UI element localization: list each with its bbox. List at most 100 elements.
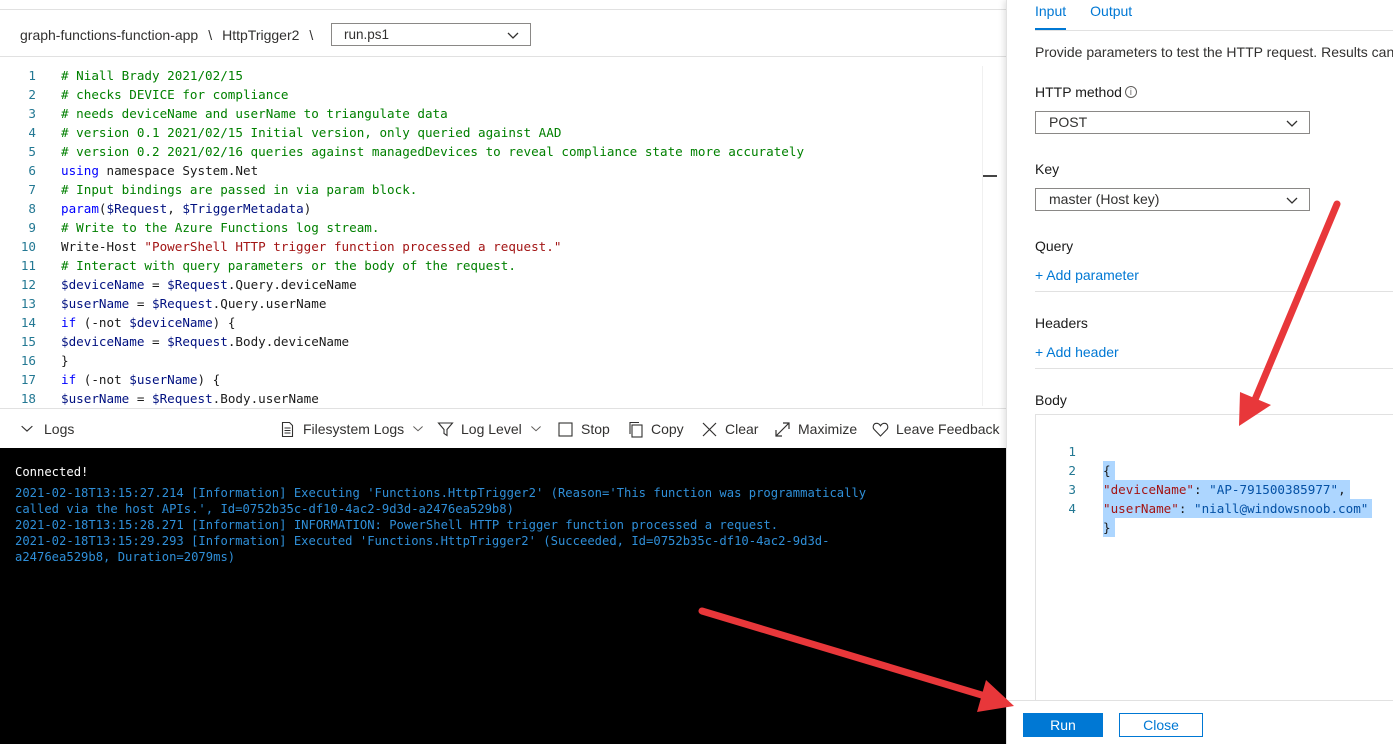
code-text: } (61, 351, 69, 370)
leave-feedback-label: Leave Feedback (896, 421, 1000, 437)
line-number: 4 (1068, 501, 1076, 516)
json-value: "niall@windowsnoob.com" (1194, 501, 1369, 516)
line-number: 4 (28, 125, 36, 140)
code-token: $Request (152, 391, 213, 406)
code-line: 15 $deviceName = $Request.Body.deviceName (0, 332, 980, 351)
code-token: Write-Host (61, 239, 145, 254)
chevron-down-icon (21, 425, 33, 432)
log-level-dropdown[interactable]: Log Level (437, 409, 549, 449)
chevron-down-icon (507, 32, 519, 39)
run-button[interactable]: Run (1023, 713, 1103, 737)
code-token: ) (303, 201, 312, 216)
info-icon[interactable]: i (1124, 86, 1137, 98)
code-token: "PowerShell HTTP trigger function proces… (144, 239, 562, 254)
breadcrumb-function[interactable]: HttpTrigger2 (222, 27, 299, 43)
code-token: .Body.deviceName (227, 334, 350, 349)
line-number: 9 (28, 220, 36, 235)
line-number: 8 (28, 201, 36, 216)
line-number: 17 (20, 372, 36, 387)
code-text: # version 0.1 2021/02/15 Initial version… (61, 123, 561, 142)
breadcrumb-app[interactable]: graph-functions-function-app (20, 27, 198, 43)
line-number: 3 (28, 106, 36, 121)
line-number: 2 (28, 87, 36, 102)
close-button[interactable]: Close (1119, 713, 1203, 737)
tab-output[interactable]: Output (1090, 0, 1132, 30)
key-dropdown[interactable]: master (Host key) (1035, 188, 1310, 211)
tab-input[interactable]: Input (1035, 0, 1067, 30)
code-token: using (61, 163, 99, 178)
code-token: ( (98, 201, 107, 216)
code-line: 10 Write-Host "PowerShell HTTP trigger fu… (0, 237, 980, 256)
maximize-button[interactable]: Maximize (774, 409, 857, 449)
code-token: } (61, 353, 69, 368)
close-icon (702, 422, 717, 436)
filesystem-logs-dropdown[interactable]: Filesystem Logs (279, 409, 431, 449)
logs-toggle[interactable]: Logs (20, 409, 74, 449)
code-token: $userName (61, 296, 130, 311)
body-editor[interactable]: 1 { 2 "deviceName": "AP-791500385977", 3… (1035, 414, 1393, 700)
code-text: # Interact with query parameters or the … (61, 256, 516, 275)
code-token: , (167, 201, 183, 216)
http-method-dropdown[interactable]: POST (1035, 111, 1310, 134)
code-token: # version 0.1 2021/02/15 Initial version… (61, 125, 562, 140)
breadcrumb-separator: \ (309, 27, 314, 43)
add-parameter-link[interactable]: + Add parameter (1035, 267, 1139, 283)
code-editor[interactable]: 1 # Niall Brady 2021/02/15 2 # checks DEVIC… (0, 64, 1006, 408)
code-text: # Write to the Azure Functions log strea… (61, 218, 379, 237)
code-line: 12 $deviceName = $Request.Query.deviceNam… (0, 275, 980, 294)
code-token: # Input bindings are passed in via param… (61, 182, 418, 197)
code-text: Write-Host "PowerShell HTTP trigger func… (61, 237, 561, 256)
line-number: 7 (28, 182, 36, 197)
line-number: 12 (20, 277, 36, 292)
body-code: "deviceName": "AP-791500385977", (1103, 480, 1350, 499)
body-code: { (1103, 461, 1115, 480)
code-token: = (144, 277, 168, 292)
scrollbar-marker (983, 175, 997, 177)
code-token: # checks DEVICE for compliance (61, 87, 289, 102)
line-number: 5 (28, 144, 36, 159)
code-token: $userName (129, 372, 198, 387)
code-token: = (144, 334, 168, 349)
code-token: # Write to the Azure Functions log strea… (61, 220, 380, 235)
code-token: # Niall Brady 2021/02/15 (61, 68, 243, 83)
log-console[interactable]: Connected! 2021-02-18T13:15:27.214 [Info… (0, 448, 1006, 744)
code-line: 11 # Interact with query parameters or th… (0, 256, 980, 275)
body-label: Body (1035, 392, 1067, 408)
code-token: if (61, 372, 77, 387)
maximize-icon (775, 421, 790, 437)
code-token: $deviceName (61, 277, 145, 292)
stop-button[interactable]: Stop (557, 409, 610, 449)
code-token: if (61, 315, 77, 330)
log-line: 2021-02-18T13:15:29.293 [Information] Ex… (15, 534, 830, 548)
code-text: param($Request, $TriggerMetadata) (61, 199, 311, 218)
body-line: 2 "deviceName": "AP-791500385977", (1036, 442, 1350, 499)
console-status: Connected! (15, 465, 89, 479)
code-line: 16} (0, 351, 980, 370)
log-line: a2476ea529b8, Duration=2079ms) (15, 550, 236, 564)
leave-feedback-button[interactable]: Leave Feedback (872, 409, 1000, 449)
key-label: Key (1035, 161, 1060, 177)
body-line: 4 } (1036, 480, 1115, 537)
code-token: (-not (76, 372, 130, 387)
body-code: } (1103, 518, 1115, 537)
code-line: 4 # version 0.1 2021/02/15 Initial versio… (0, 123, 980, 142)
copy-button[interactable]: Copy (627, 409, 684, 449)
logs-label: Logs (44, 421, 75, 437)
clear-button[interactable]: Clear (701, 409, 758, 449)
maximize-label: Maximize (798, 421, 858, 437)
copy-icon (629, 421, 643, 438)
test-run-panel: Input Output Provide parameters to test … (1006, 0, 1393, 744)
code-text: if (-not $userName) { (61, 370, 220, 389)
headers-label: Headers (1035, 315, 1088, 331)
code-text: # checks DEVICE for compliance (61, 85, 288, 104)
code-line: 5 # version 0.2 2021/02/16 queries agains… (0, 142, 980, 161)
code-token: (-not (76, 315, 130, 330)
code-text: $userName = $Request.Query.userName (61, 294, 326, 313)
filesystem-logs-label: Filesystem Logs (303, 421, 405, 437)
code-text: # Input bindings are passed in via param… (61, 180, 417, 199)
query-label: Query (1035, 238, 1074, 254)
file-select[interactable]: run.ps1 (331, 23, 531, 46)
line-number: 16 (20, 353, 36, 368)
editor-scrollbar[interactable] (982, 66, 1002, 406)
add-header-link[interactable]: + Add header (1035, 344, 1119, 360)
